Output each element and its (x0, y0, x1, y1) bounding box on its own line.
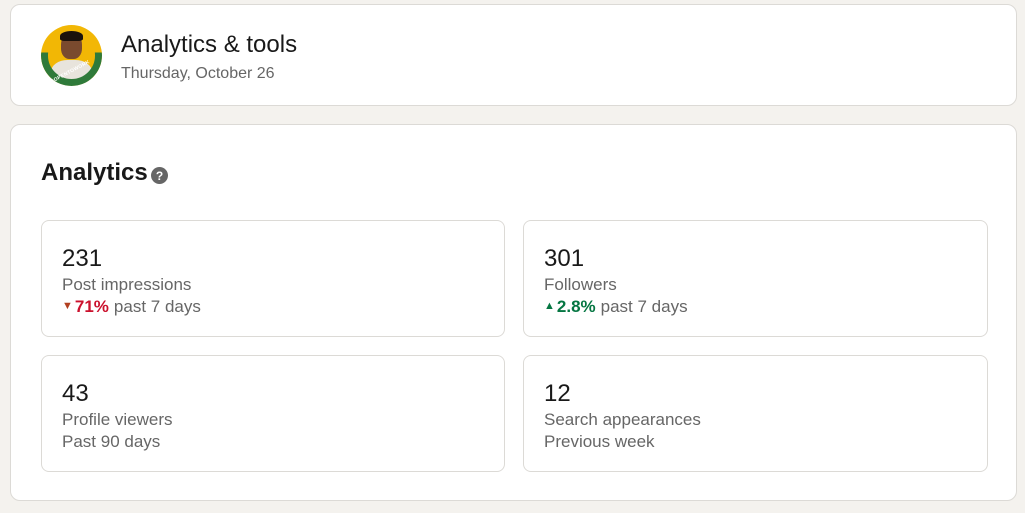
post-impressions-trend: ▼ 71% past 7 days (62, 297, 201, 317)
followers-period: past 7 days (600, 297, 688, 316)
followers-trend: ▲ 2.8% past 7 days (544, 297, 688, 317)
post-impressions-change: 71% (74, 297, 109, 316)
profile-viewers-label: Profile viewers (62, 410, 173, 429)
page-title: Analytics & tools (121, 31, 298, 58)
profile-avatar[interactable]: #OPENTOWORK (41, 25, 102, 86)
trend-up-icon: ▲ (544, 300, 555, 312)
search-appearances-value: 12 (544, 380, 571, 407)
avatar-hair (60, 31, 83, 41)
followers-tile[interactable]: 301 Followers ▲ 2.8% past 7 days (523, 220, 988, 337)
post-impressions-label: Post impressions (62, 275, 192, 294)
trend-down-icon: ▼ (62, 300, 73, 312)
analytics-card: Analytics ? 231 Post impressions ▼ 71% p… (10, 124, 1017, 501)
question-circle-icon[interactable]: ? (151, 167, 168, 184)
followers-value: 301 (544, 245, 585, 272)
profile-viewers-period: Past 90 days (62, 432, 161, 451)
followers-label: Followers (544, 275, 617, 294)
page-date: Thursday, October 26 (121, 65, 275, 82)
analytics-title: Analytics (41, 159, 148, 186)
header-card: #OPENTOWORK Analytics & tools Thursday, … (10, 4, 1017, 106)
search-appearances-period: Previous week (544, 432, 655, 451)
followers-change: 2.8% (556, 297, 596, 316)
profile-viewers-tile[interactable]: 43 Profile viewers Past 90 days (41, 355, 505, 472)
search-appearances-tile[interactable]: 12 Search appearances Previous week (523, 355, 988, 472)
profile-viewers-value: 43 (62, 380, 89, 407)
post-impressions-tile[interactable]: 231 Post impressions ▼ 71% past 7 days (41, 220, 505, 337)
post-impressions-value: 231 (62, 245, 103, 272)
post-impressions-period: past 7 days (113, 297, 201, 316)
search-appearances-label: Search appearances (544, 410, 701, 429)
